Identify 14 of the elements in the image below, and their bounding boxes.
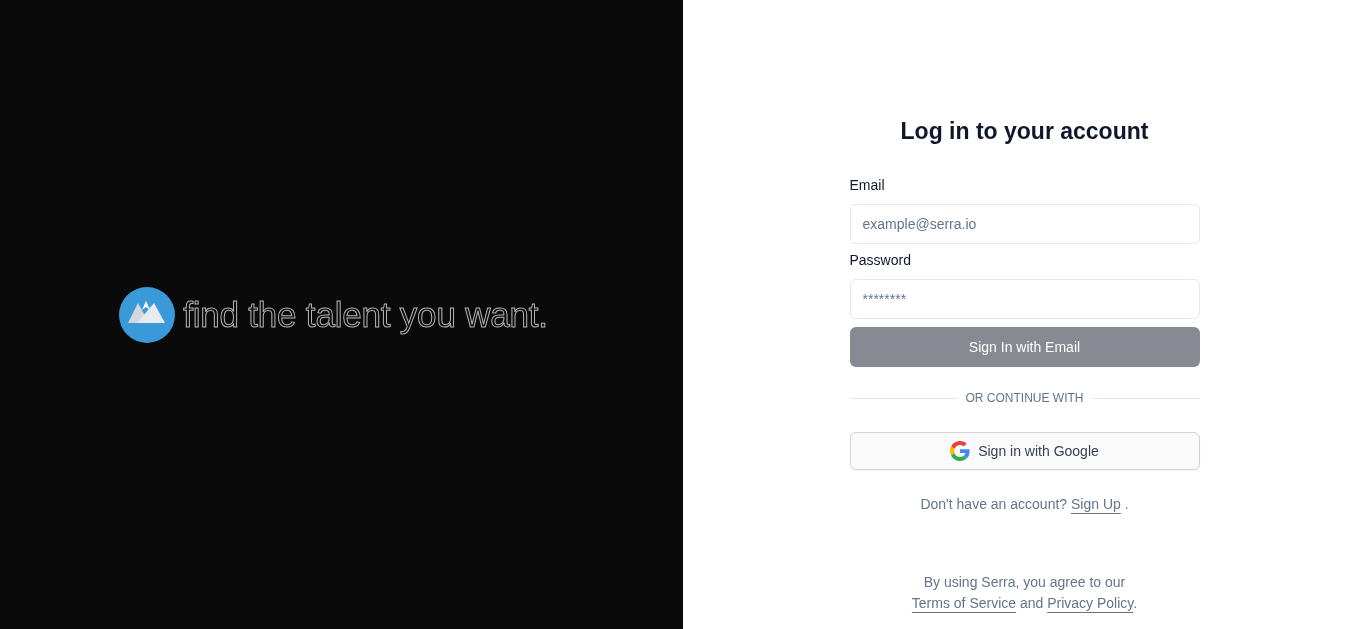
sign-up-prompt: Don't have an account? Sign Up . — [920, 495, 1129, 514]
legal-notice: By using Serra, you agree to our Terms of Service and Privacy Policy. — [910, 573, 1139, 613]
mountain-logo-icon — [119, 286, 176, 343]
terms-of-service-link[interactable]: Terms of Service — [911, 595, 1017, 611]
sign-up-link[interactable]: Sign Up — [1071, 496, 1121, 512]
field-label: Email — [849, 176, 885, 195]
divider-label: OR CONTINUE WITH — [965, 390, 1084, 406]
email-input[interactable]: example@serra.io — [849, 204, 1200, 244]
password-input[interactable]: ******** — [849, 279, 1200, 319]
g-logo-icon — [950, 441, 971, 461]
field-label: Password — [849, 251, 911, 270]
tagline: find the talent you want. — [183, 293, 548, 337]
form-title: Log in to your account — [900, 117, 1149, 146]
google-sign-in-button[interactable]: Sign in with Google — [849, 432, 1200, 470]
